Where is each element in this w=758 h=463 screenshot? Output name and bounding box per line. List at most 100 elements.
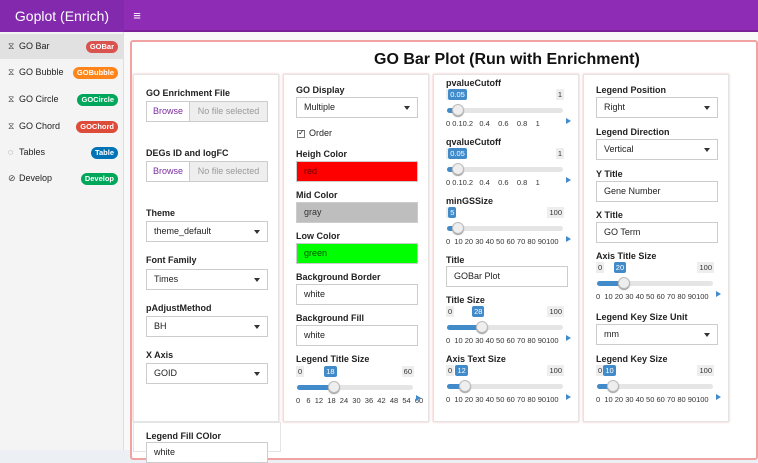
play-icon[interactable] (566, 236, 571, 242)
slider-track[interactable] (447, 108, 563, 113)
slider-thumb[interactable] (617, 277, 630, 289)
slider-thumb[interactable] (452, 104, 465, 116)
slider-min-label: 0 (596, 262, 605, 273)
y-title-input[interactable]: Gene Number (596, 181, 718, 202)
play-icon[interactable] (566, 118, 571, 124)
legend-title-size-slider[interactable]: 0 60 18 0 6 12 18 24 30 36 42 48 54 60 (296, 366, 423, 405)
theme-label: Theme (146, 208, 176, 218)
play-icon[interactable] (716, 394, 721, 400)
play-icon[interactable] (416, 395, 421, 401)
play-icon[interactable] (566, 177, 571, 183)
card-legend: Legend Position Right Legend Direction V… (583, 74, 729, 422)
slider-track[interactable] (447, 167, 563, 172)
font-family-select[interactable]: Times (146, 269, 268, 290)
mid-color-input[interactable]: gray (296, 202, 418, 223)
low-color-input[interactable]: green (296, 243, 418, 264)
sidebar-item-label: Tables (19, 147, 46, 157)
legend-fill-input[interactable]: white (146, 442, 268, 463)
slider-thumb[interactable] (328, 381, 341, 393)
sidebar: ⧖ GO Bar GOBar ⧖ GO Bubble GOBubble ⧖ GO… (0, 32, 124, 450)
mings-slider[interactable]: 010050 10 20 30 40 50 60 70 80 90100 (446, 207, 571, 246)
hourglass-icon: ⧖ (8, 121, 15, 131)
slider-value-label: 0.05 (448, 148, 467, 159)
chevron-down-icon (254, 278, 260, 282)
legend-position-select[interactable]: Right (596, 97, 718, 118)
pvalue-slider[interactable]: 010.050 0.10.2 0.4 0.6 0.8 1 (446, 89, 571, 128)
chevron-down-icon (404, 106, 410, 110)
slider-thumb[interactable] (607, 380, 620, 392)
title-input[interactable]: GOBar Plot (446, 266, 568, 287)
browse-button[interactable]: Browse (146, 161, 190, 182)
legend-key-size-slider[interactable]: 0 100 10 0 10 20 30 40 50 60 70 80 90100 (596, 365, 721, 404)
bg-border-input[interactable]: white (296, 284, 418, 305)
legend-direction-select[interactable]: Vertical (596, 139, 718, 160)
chevron-down-icon (254, 230, 260, 234)
order-checkbox[interactable]: ✓ (297, 128, 305, 138)
x-axis-value: GOID (154, 368, 178, 378)
slider-value-label: 12 (455, 365, 468, 376)
axis-title-size-slider[interactable]: 0 100 20 0 10 20 30 40 50 60 70 80 90100 (596, 262, 721, 301)
axis-text-size-slider[interactable]: 0 100 12 0 10 20 30 40 50 60 70 80 90100 (446, 365, 571, 404)
theme-select[interactable]: theme_default (146, 221, 268, 242)
sidebar-item-tables[interactable]: ◌ Tables Table (0, 140, 124, 165)
legend-key-unit-label: Legend Key Size Unit (596, 312, 688, 322)
slider-tick-labels: 0 10 20 30 40 50 60 70 80 90100 (596, 395, 709, 404)
check-icon: ✓ (298, 128, 305, 137)
slider-tick-labels: 0 10 20 30 40 50 60 70 80 90100 (446, 237, 559, 246)
high-color-label: Heigh Color (296, 149, 347, 159)
slider-thumb[interactable] (459, 380, 472, 392)
padjust-value: BH (154, 321, 167, 331)
chevron-down-icon (704, 148, 710, 152)
hamburger-icon[interactable]: ≡ (130, 8, 144, 24)
card-legend-fill: Legend Fill COlor white (133, 422, 281, 463)
go-display-select[interactable]: Multiple (296, 97, 418, 118)
sidebar-item-label: GO Circle (19, 94, 59, 104)
badge-develop: Develop (80, 173, 118, 185)
bg-fill-input[interactable]: white (296, 325, 418, 346)
sidebar-item-go-bubble[interactable]: ⧖ GO Bubble GOBubble (0, 60, 124, 85)
title-size-slider[interactable]: 0 100 28 0 10 20 30 40 50 60 70 80 90100 (446, 306, 571, 345)
font-family-label: Font Family (146, 255, 197, 265)
go-file-input[interactable]: Browse No file selected (146, 101, 268, 122)
tables-icon: ◌ (8, 147, 14, 157)
app-title[interactable]: Goplot (Enrich) (0, 0, 124, 32)
play-icon[interactable] (566, 335, 571, 341)
sidebar-item-go-bar[interactable]: ⧖ GO Bar GOBar (0, 34, 124, 59)
play-icon[interactable] (566, 394, 571, 400)
badge-table: Table (90, 147, 118, 159)
sidebar-item-go-circle[interactable]: ⧖ GO Circle GOCircle (0, 87, 124, 112)
slider-value-label: 28 (472, 306, 485, 317)
slider-thumb[interactable] (476, 321, 489, 333)
qvalue-slider[interactable]: 010.050 0.10.2 0.4 0.6 0.8 1 (446, 148, 571, 187)
legend-title-size-label: Legend Title Size (296, 354, 370, 364)
browse-button[interactable]: Browse (146, 101, 190, 122)
legend-direction-label: Legend Direction (596, 127, 670, 137)
sidebar-item-develop[interactable]: ⊘ Develop Develop (0, 166, 124, 191)
y-title-label: Y Title (596, 169, 623, 179)
sidebar-item-label: GO Bar (19, 41, 50, 51)
legend-key-unit-select[interactable]: mm (596, 324, 718, 345)
slider-track[interactable] (447, 226, 563, 231)
slider-thumb[interactable] (452, 222, 465, 234)
x-axis-select[interactable]: GOID (146, 363, 268, 384)
mid-color-label: Mid Color (296, 190, 338, 200)
bg-border-label: Background Border (296, 272, 381, 282)
degs-file-input[interactable]: Browse No file selected (146, 161, 268, 182)
x-axis-label: X Axis (146, 350, 174, 360)
high-color-input[interactable]: red (296, 161, 418, 182)
slider-max-label: 60 (401, 366, 414, 377)
chevron-down-icon (704, 106, 710, 110)
slider-value-label: 18 (324, 366, 337, 377)
sidebar-item-label: GO Chord (19, 121, 61, 131)
slider-value-label: 0.05 (448, 89, 467, 100)
padjust-select[interactable]: BH (146, 316, 268, 337)
axis-text-size-label: Axis Text Size (446, 354, 506, 364)
sidebar-item-go-chord[interactable]: ⧖ GO Chord GOChord (0, 114, 124, 139)
file-name-display: No file selected (190, 161, 268, 182)
play-icon[interactable] (716, 291, 721, 297)
slider-thumb[interactable] (452, 163, 465, 175)
title-size-label: Title Size (446, 295, 485, 305)
chevron-down-icon (704, 333, 710, 337)
hourglass-icon: ⧖ (8, 67, 15, 77)
x-title-input[interactable]: GO Term (596, 222, 718, 243)
